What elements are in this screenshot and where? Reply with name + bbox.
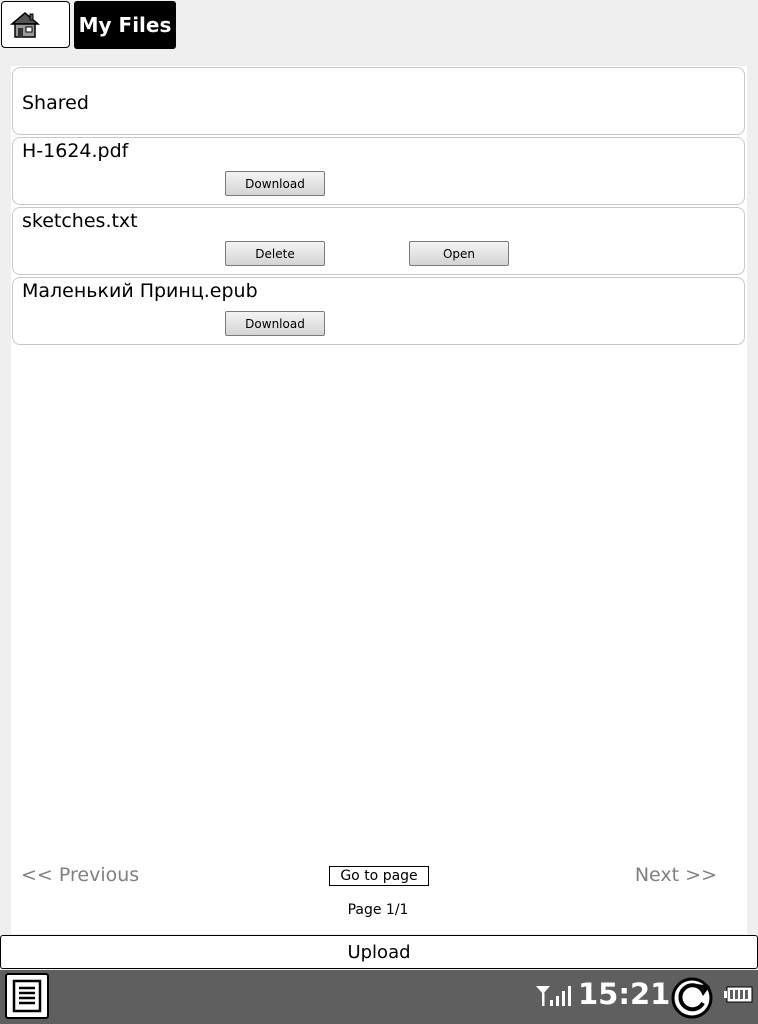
list-item-file[interactable]: sketches.txt Delete Open bbox=[12, 207, 745, 275]
file-name: Shared bbox=[22, 92, 89, 114]
open-button[interactable]: Open bbox=[409, 241, 509, 266]
list-item-shared[interactable]: Shared bbox=[12, 67, 745, 135]
file-name: H-1624.pdf bbox=[22, 140, 129, 162]
previous-page-link[interactable]: << Previous bbox=[21, 864, 139, 886]
list-item-file[interactable]: H-1624.pdf Download bbox=[12, 137, 745, 205]
upload-button[interactable]: Upload bbox=[0, 935, 758, 969]
menu-list-icon bbox=[12, 979, 42, 1013]
signal-icon bbox=[536, 986, 571, 1006]
house-icon bbox=[10, 11, 40, 38]
list-item-file[interactable]: Маленький Принц.epub Download bbox=[12, 277, 745, 345]
refresh-icon[interactable] bbox=[670, 976, 718, 1020]
download-button[interactable]: Download bbox=[225, 311, 325, 336]
menu-button[interactable] bbox=[5, 973, 49, 1019]
go-to-page-button[interactable]: Go to page bbox=[329, 866, 429, 886]
battery-icon bbox=[724, 986, 753, 1003]
file-list-panel: Shared H-1624.pdf Download sketches.txt … bbox=[11, 66, 747, 934]
next-page-link[interactable]: Next >> bbox=[635, 864, 717, 886]
page-title[interactable]: My Files bbox=[74, 1, 176, 49]
top-bar: My Files bbox=[0, 0, 758, 52]
home-button[interactable] bbox=[1, 1, 70, 48]
file-name: Маленький Принц.epub bbox=[22, 280, 258, 302]
page-indicator: Page 1/1 bbox=[347, 902, 409, 918]
status-bar: 15:21 bbox=[0, 970, 758, 1024]
file-name: sketches.txt bbox=[22, 210, 138, 232]
page: My Files Shared H-1624.pdf Download sket… bbox=[0, 0, 758, 1024]
delete-button[interactable]: Delete bbox=[225, 241, 325, 266]
clock: 15:21 bbox=[578, 977, 671, 1011]
download-button[interactable]: Download bbox=[225, 171, 325, 196]
